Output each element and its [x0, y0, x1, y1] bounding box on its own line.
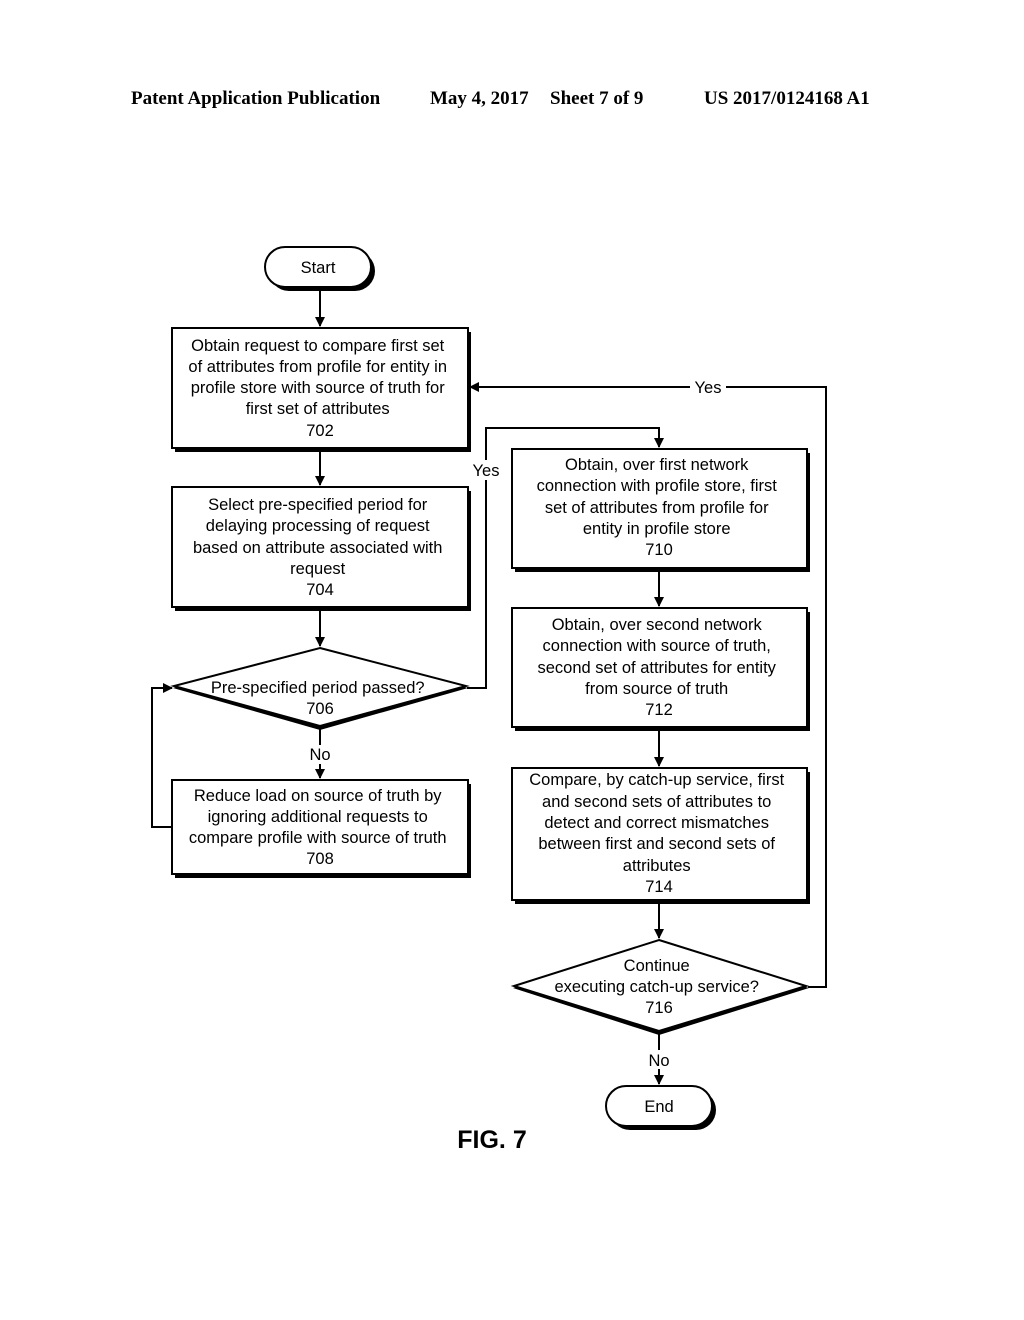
edge-label-716-no: No: [648, 1052, 669, 1070]
decision-716: Continue executing catch-up service? 716: [510, 938, 810, 1035]
decision-706: Pre-specified period passed? 706: [170, 646, 470, 730]
edge-label-706-yes: Yes: [473, 462, 500, 480]
process-710: Obtain, over first network connection wi…: [511, 448, 810, 572]
process-712: Obtain, over second network connection w…: [511, 607, 810, 731]
end-label: End: [644, 1098, 673, 1116]
process-702: Obtain request to compare first set of a…: [171, 327, 471, 452]
edge-label-716-yes: Yes: [695, 379, 722, 397]
edge-708-706: [151, 683, 173, 828]
start-terminal: Start: [264, 246, 375, 291]
end-terminal: End: [605, 1085, 716, 1130]
process-704: Select pre-specified period for delaying…: [171, 486, 471, 611]
start-label: Start: [301, 259, 336, 277]
figure-label: FIG. 7: [457, 1126, 526, 1154]
process-708: Reduce load on source of truth by ignori…: [171, 779, 471, 878]
edge-label-706-no: No: [309, 746, 330, 764]
flowchart: Start Obtain request to compare first se…: [151, 246, 827, 1154]
process-714: Compare, by catch-up service, first and …: [511, 767, 810, 904]
